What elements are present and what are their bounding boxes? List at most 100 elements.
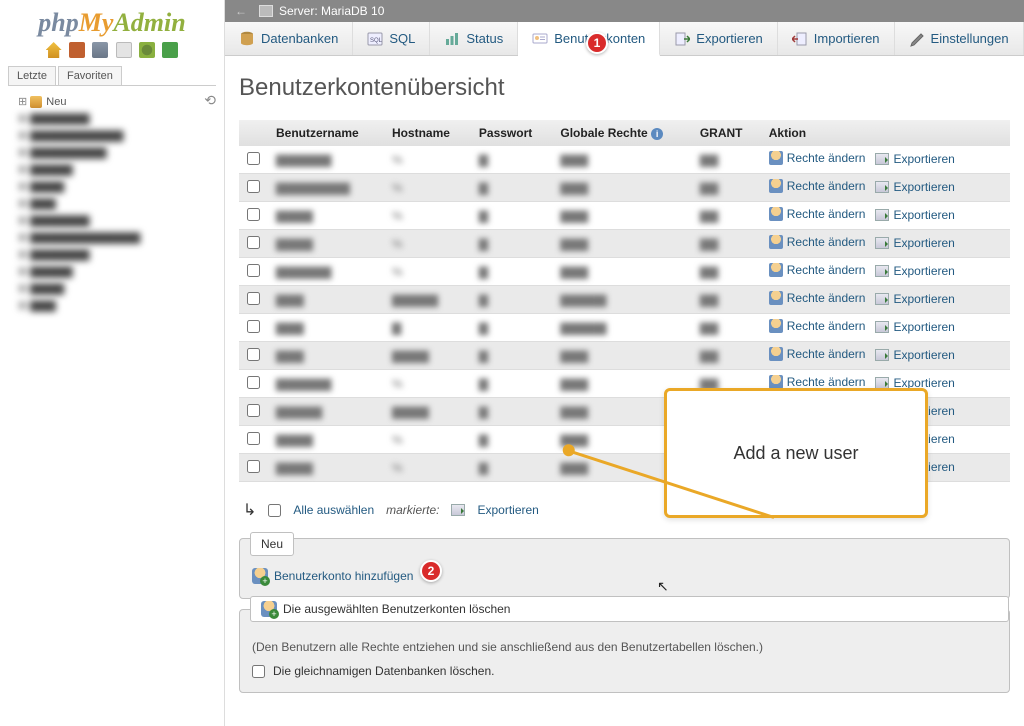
server-icon bbox=[259, 5, 273, 17]
sidebar-tabs: Letzte Favoriten bbox=[8, 66, 216, 86]
cell-action: Rechte ändern Exportieren bbox=[761, 202, 1010, 230]
export-icon bbox=[875, 209, 889, 221]
export-user-link[interactable]: Exportieren bbox=[875, 264, 954, 278]
settings-icon[interactable] bbox=[139, 42, 155, 58]
col-grant: GRANT bbox=[692, 120, 761, 146]
row-checkbox[interactable] bbox=[247, 152, 260, 165]
export-icon bbox=[875, 349, 889, 361]
row-checkbox[interactable] bbox=[247, 320, 260, 333]
tree-db-item[interactable]: ⊞ ▇▇▇▇▇▇▇ bbox=[8, 246, 216, 263]
export-user-link[interactable]: Exportieren bbox=[875, 152, 954, 166]
top-tabs: Datenbanken SQLSQL Status Benutzerkonten… bbox=[225, 22, 1024, 56]
edit-privileges-link[interactable]: Rechte ändern bbox=[769, 151, 866, 165]
delete-fieldset: Die ausgewählten Benutzerkonten löschen … bbox=[239, 609, 1010, 693]
logout-icon[interactable] bbox=[69, 42, 85, 58]
info-icon[interactable]: i bbox=[651, 128, 663, 140]
cell-global: ▇▇▇ bbox=[552, 230, 691, 258]
cell-global: ▇▇▇ bbox=[552, 342, 691, 370]
edit-privileges-link[interactable]: Rechte ändern bbox=[769, 319, 866, 333]
marked-label: markierte: bbox=[386, 503, 439, 517]
col-global: Globale Rechte i bbox=[552, 120, 691, 146]
row-checkbox[interactable] bbox=[247, 404, 260, 417]
export-user-link[interactable]: Exportieren bbox=[875, 236, 954, 250]
edit-privileges-link[interactable]: Rechte ändern bbox=[769, 375, 866, 389]
select-all-link[interactable]: Alle auswählen bbox=[293, 503, 374, 517]
row-checkbox[interactable] bbox=[247, 460, 260, 473]
user-edit-icon bbox=[769, 207, 783, 221]
cell-global: ▇▇▇ bbox=[552, 258, 691, 286]
sidebar: phpMyAdmin Letzte Favoriten ⟲ Neu ⊞ ▇▇▇▇… bbox=[0, 0, 225, 726]
tab-favorites[interactable]: Favoriten bbox=[58, 66, 122, 85]
user-edit-icon bbox=[769, 151, 783, 165]
table-row: ▇▇▇▇%▇▇▇▇▇▇Rechte ändernExportieren bbox=[239, 202, 1010, 230]
edit-privileges-link[interactable]: Rechte ändern bbox=[769, 207, 866, 221]
export-user-link[interactable]: Exportieren bbox=[875, 180, 954, 194]
sync-icon[interactable]: ⟲ bbox=[204, 92, 216, 109]
tab-databases[interactable]: Datenbanken bbox=[225, 22, 353, 55]
export-user-link[interactable]: Exportieren bbox=[875, 208, 954, 222]
edit-privileges-link[interactable]: Rechte ändern bbox=[769, 291, 866, 305]
tab-export[interactable]: Exportieren bbox=[660, 22, 777, 55]
cell-pass: ▇ bbox=[471, 342, 552, 370]
cell-pass: ▇ bbox=[471, 286, 552, 314]
cell-user: ▇▇▇▇ bbox=[268, 426, 384, 454]
cell-global: ▇▇▇ bbox=[552, 202, 691, 230]
row-checkbox[interactable] bbox=[247, 432, 260, 445]
row-checkbox[interactable] bbox=[247, 264, 260, 277]
export-icon bbox=[875, 293, 889, 305]
tree-db-item[interactable]: ⊞ ▇▇▇▇▇▇▇▇▇▇▇▇▇ bbox=[8, 229, 216, 246]
add-user-link[interactable]: Benutzerkonto hinzufügen bbox=[274, 569, 413, 583]
tree-db-item[interactable]: ⊞ ▇▇▇▇▇ bbox=[8, 263, 216, 280]
delete-note: (Den Benutzern alle Rechte entziehen und… bbox=[252, 640, 997, 654]
tab-sql[interactable]: SQLSQL bbox=[353, 22, 430, 55]
cell-user: ▇▇▇▇▇▇ bbox=[268, 370, 384, 398]
edit-privileges-link[interactable]: Rechte ändern bbox=[769, 235, 866, 249]
user-add-icon bbox=[252, 568, 268, 584]
row-checkbox[interactable] bbox=[247, 292, 260, 305]
breadcrumb-bar: ← Server: MariaDB 10 bbox=[225, 0, 1024, 22]
export-user-link[interactable]: Exportieren bbox=[875, 348, 954, 362]
tab-import[interactable]: Importieren bbox=[778, 22, 895, 55]
tree-db-item[interactable]: ⊞ ▇▇▇▇▇▇▇▇▇ bbox=[8, 144, 216, 161]
select-all-checkbox[interactable] bbox=[268, 504, 281, 517]
row-checkbox[interactable] bbox=[247, 348, 260, 361]
cell-user: ▇▇▇▇ bbox=[268, 202, 384, 230]
tree-db-item[interactable]: ⊞ ▇▇▇▇▇ bbox=[8, 161, 216, 178]
tab-settings[interactable]: Einstellungen bbox=[895, 22, 1024, 55]
row-checkbox[interactable] bbox=[247, 236, 260, 249]
row-checkbox[interactable] bbox=[247, 208, 260, 221]
cell-grant: ▇▇ bbox=[692, 230, 761, 258]
export-user-link[interactable]: Exportieren bbox=[875, 320, 954, 334]
export-user-link[interactable]: Exportieren bbox=[875, 292, 954, 306]
export-icon bbox=[875, 181, 889, 193]
tree-db-item[interactable]: ⊞ ▇▇▇▇▇▇▇▇▇▇▇ bbox=[8, 127, 216, 144]
sql-window-icon[interactable] bbox=[116, 42, 132, 58]
tree-new[interactable]: Neu bbox=[8, 92, 216, 110]
tree-db-item[interactable]: ⊞ ▇▇▇ bbox=[8, 297, 216, 314]
collapse-sidebar-icon[interactable]: ← bbox=[235, 4, 247, 18]
table-row: ▇▇▇▇▇▇▇▇▇▇▇▇▇Rechte ändernExportieren bbox=[239, 342, 1010, 370]
row-checkbox[interactable] bbox=[247, 376, 260, 389]
cell-action: Rechte ändern Exportieren bbox=[761, 230, 1010, 258]
edit-privileges-link[interactable]: Rechte ändern bbox=[769, 179, 866, 193]
tab-recent[interactable]: Letzte bbox=[8, 66, 56, 85]
cell-host: % bbox=[384, 454, 471, 482]
tree-db-item[interactable]: ⊞ ▇▇▇ bbox=[8, 195, 216, 212]
cursor-icon: ↖ bbox=[657, 578, 669, 595]
row-checkbox[interactable] bbox=[247, 180, 260, 193]
cell-global: ▇▇▇▇▇ bbox=[552, 314, 691, 342]
edit-privileges-link[interactable]: Rechte ändern bbox=[769, 347, 866, 361]
tree-db-item[interactable]: ⊞ ▇▇▇▇ bbox=[8, 178, 216, 195]
home-icon[interactable] bbox=[46, 42, 62, 58]
tree-db-item[interactable]: ⊞ ▇▇▇▇▇▇▇ bbox=[8, 110, 216, 127]
docs-icon[interactable] bbox=[92, 42, 108, 58]
drop-db-checkbox[interactable] bbox=[252, 665, 265, 678]
tree-db-item[interactable]: ⊞ ▇▇▇▇ bbox=[8, 280, 216, 297]
reload-icon[interactable] bbox=[162, 42, 178, 58]
edit-privileges-link[interactable]: Rechte ändern bbox=[769, 263, 866, 277]
tab-status[interactable]: Status bbox=[430, 22, 518, 55]
cell-pass: ▇ bbox=[471, 202, 552, 230]
tree-db-item[interactable]: ⊞ ▇▇▇▇▇▇▇ bbox=[8, 212, 216, 229]
cell-action: Rechte ändern Exportieren bbox=[761, 146, 1010, 174]
bulk-export-link[interactable]: Exportieren bbox=[477, 503, 538, 517]
